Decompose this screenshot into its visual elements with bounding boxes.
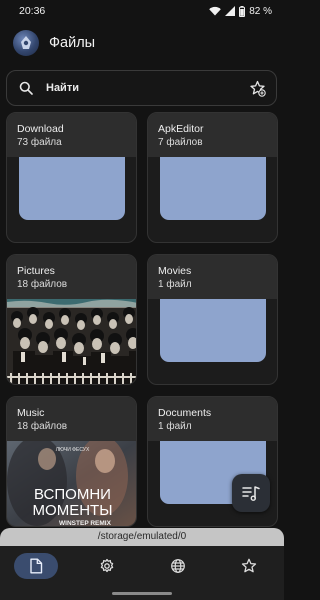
folder-count: 18 файлов [17, 421, 68, 432]
folder-thumbnail-placeholder [19, 157, 125, 220]
battery-level: 82 % [249, 5, 272, 17]
folder-card-download[interactable]: Download 73 файла [6, 112, 137, 243]
folder-count: 18 файлов [17, 279, 68, 290]
file-icon [29, 558, 42, 574]
album-title-line1: ВСПОМНИ [34, 486, 111, 503]
folder-thumbnail-photo [7, 299, 136, 384]
star-icon [241, 558, 256, 573]
folder-thumbnail-album-art: ЛЮЧИ ФЕСУХ ВСПОМНИ МОМЕНТЫ WINSTEP REMIX [7, 441, 136, 527]
nav-item-settings[interactable] [71, 546, 142, 586]
album-artist: ЛЮЧИ ФЕСУХ [56, 447, 90, 453]
search-label: Найти [46, 82, 79, 94]
folder-name: Download [17, 123, 64, 135]
folder-count: 7 файлов [158, 137, 203, 148]
search-icon [19, 81, 33, 95]
app-bar: Файлы [13, 30, 95, 56]
battery-icon [239, 5, 246, 17]
folder-card-header: Pictures 18 файлов [7, 255, 136, 299]
gesture-handle [112, 592, 172, 595]
folder-name: Music [17, 407, 45, 419]
nav-item-favorites[interactable] [213, 546, 284, 586]
gesture-bar [0, 586, 284, 600]
app-logo-icon [13, 30, 39, 56]
nav-item-web[interactable] [142, 546, 213, 586]
folder-card-header: Music 18 файлов [7, 397, 136, 441]
bottom-navigation [0, 546, 284, 586]
app-title: Файлы [49, 35, 96, 51]
nav-item-files[interactable] [0, 546, 71, 586]
folder-card-header: ApkEditor 7 файлов [148, 113, 277, 157]
folder-card-movies[interactable]: Movies 1 файл [147, 254, 278, 385]
folder-name: ApkEditor [158, 123, 204, 135]
signal-icon [225, 6, 236, 16]
folder-thumbnail-placeholder [160, 157, 266, 220]
status-icons: 82 % [209, 5, 272, 17]
status-time: 20:36 [19, 5, 46, 17]
folder-count: 73 файла [17, 137, 62, 148]
status-bar: 20:36 82 % [0, 0, 284, 22]
search-bar[interactable]: Найти [6, 70, 277, 106]
gear-icon [100, 558, 113, 573]
folder-card-music[interactable]: Music 18 файлов ЛЮЧИ ФЕСУХ ВСПОМНИ МОМЕН… [6, 396, 137, 527]
screen: 20:36 82 % Файлы Найти Download 73 файла… [0, 0, 284, 600]
folder-card-header: Documents 1 файл [148, 397, 277, 441]
folder-count: 1 файл [158, 421, 192, 432]
folder-name: Movies [158, 265, 192, 277]
folder-thumbnail-placeholder [160, 299, 266, 362]
sort-button[interactable] [232, 474, 270, 512]
globe-icon [170, 559, 185, 573]
album-remix: WINSTEP REMIX [59, 520, 112, 527]
sort-music-icon [242, 486, 260, 501]
star-add-icon[interactable] [249, 80, 266, 97]
folder-card-header: Movies 1 файл [148, 255, 277, 299]
folder-name: Documents [158, 407, 212, 419]
folder-count: 1 файл [158, 279, 192, 290]
folder-card-header: Download 73 файла [7, 113, 136, 157]
nav-active-indicator [13, 553, 58, 579]
folder-card-pictures[interactable]: Pictures 18 файлов [6, 254, 137, 385]
folder-name: Pictures [17, 265, 55, 277]
current-path: /storage/emulated/0 [0, 528, 284, 546]
wifi-icon [209, 6, 222, 16]
folder-card-apkeditor[interactable]: ApkEditor 7 файлов [147, 112, 278, 243]
album-title-line2: МОМЕНТЫ [33, 502, 113, 519]
